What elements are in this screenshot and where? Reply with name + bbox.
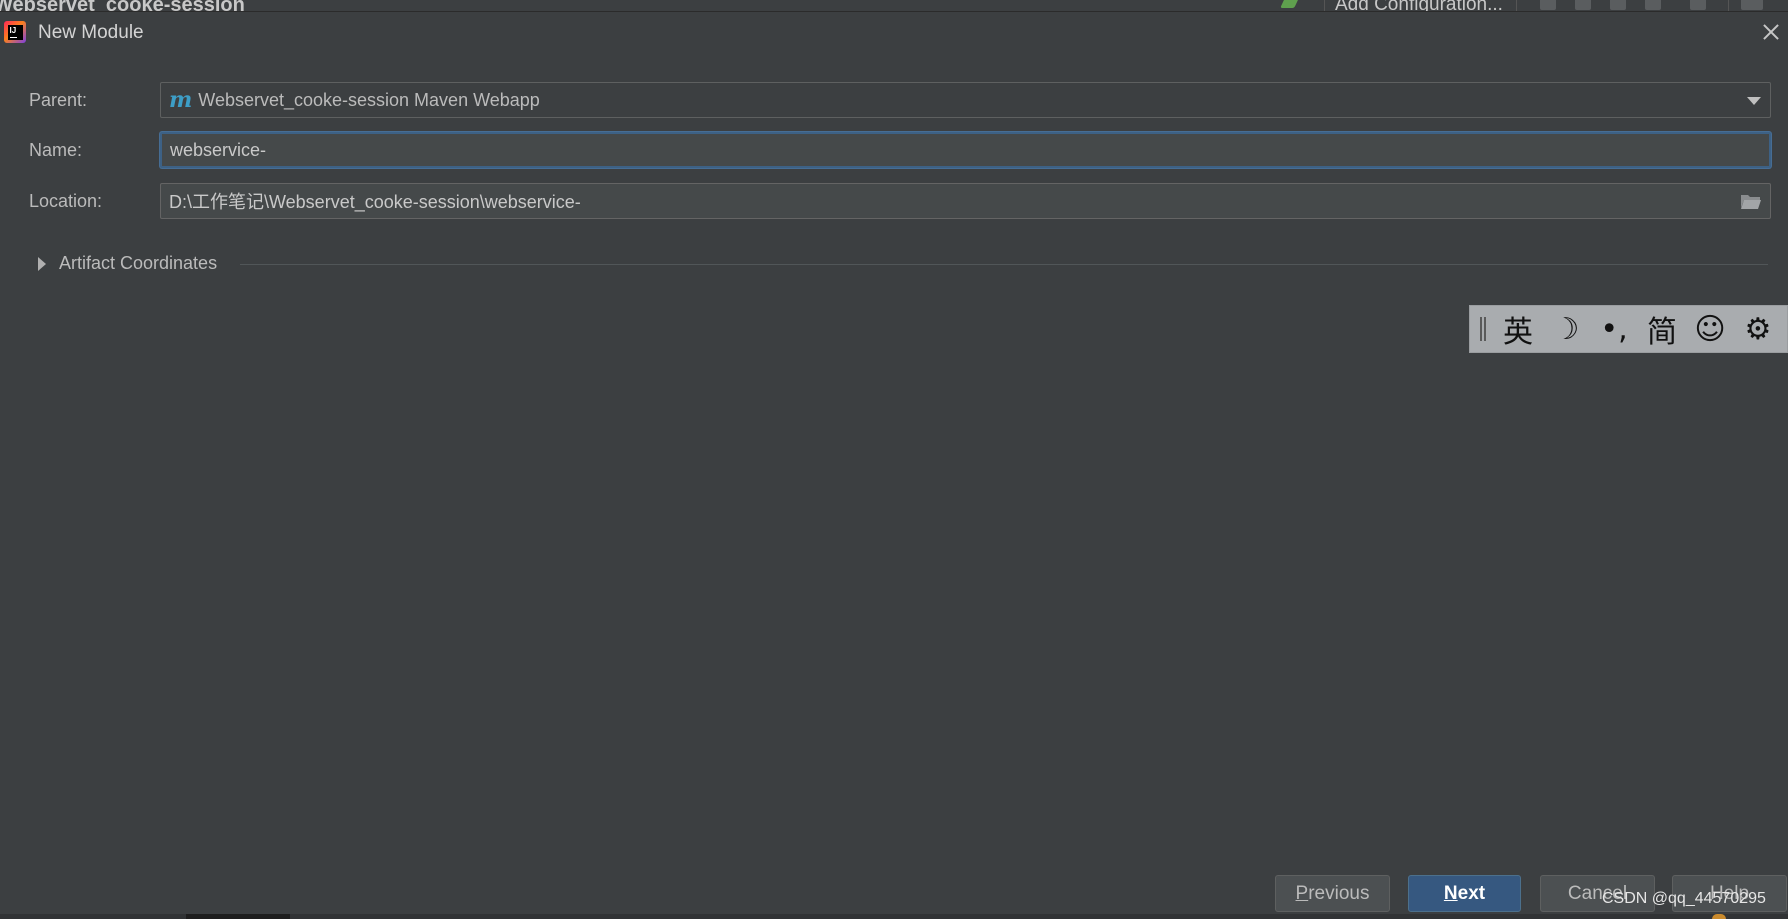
- notification-icon[interactable]: [1712, 914, 1726, 919]
- section-divider: [240, 264, 1768, 265]
- ide-statusbar-background: [0, 914, 1788, 919]
- statusbar-segment: [186, 914, 290, 919]
- add-configuration-button[interactable]: Add Configuration...: [1324, 0, 1503, 11]
- toolbar-separator: [1516, 0, 1517, 11]
- toolbar-separator: [1728, 0, 1729, 11]
- profile-icon[interactable]: [1645, 0, 1661, 10]
- punctuation-icon[interactable]: •,: [1590, 305, 1638, 353]
- stop-icon[interactable]: [1690, 0, 1706, 10]
- name-field-container[interactable]: [160, 132, 1771, 168]
- ime-language-toggle[interactable]: 英: [1494, 305, 1542, 353]
- coverage-icon[interactable]: [1610, 0, 1626, 10]
- parent-label: Parent:: [29, 90, 88, 110]
- emoji-icon[interactable]: ☺: [1686, 305, 1734, 353]
- ime-toolbar: 英 ☽ •, 简 ☺ ⚙: [1469, 305, 1788, 353]
- close-icon[interactable]: [1761, 22, 1781, 42]
- ime-simplified-toggle[interactable]: 简: [1638, 305, 1686, 353]
- ide-project-title: Webservet_cooke-session: [0, 0, 245, 12]
- ime-drag-handle[interactable]: [1480, 317, 1486, 341]
- artifact-coordinates-toggle[interactable]: Artifact Coordinates: [59, 253, 217, 274]
- maven-icon: m: [169, 87, 193, 113]
- next-button[interactable]: Next: [1408, 875, 1521, 912]
- parent-select[interactable]: m Webservet_cooke-session Maven Webapp: [160, 82, 1771, 118]
- location-field[interactable]: [169, 190, 1770, 212]
- chevron-down-icon[interactable]: [1747, 97, 1761, 105]
- dialog-title: New Module: [38, 22, 144, 43]
- name-label: Name:: [29, 140, 83, 160]
- parent-row: Parent: m Webservet_cooke-session Maven …: [0, 82, 1788, 118]
- build-hammer-icon[interactable]: [1280, 0, 1300, 8]
- intellij-idea-icon: IJ: [4, 21, 26, 43]
- gear-icon[interactable]: ⚙: [1734, 305, 1782, 353]
- previous-button[interactable]: Previous: [1275, 875, 1390, 912]
- folder-icon[interactable]: [1740, 193, 1762, 210]
- dialog-titlebar: IJ New Module: [0, 12, 1788, 56]
- new-module-dialog: IJ New Module Parent: m Webservet_cooke-…: [0, 12, 1788, 919]
- artifact-coordinates-section: Artifact Coordinates: [0, 250, 1788, 280]
- location-field-container[interactable]: [160, 183, 1771, 219]
- ide-toolbar-background: Webservet_cooke-session Add Configuratio…: [0, 0, 1788, 12]
- location-row: Location:: [0, 183, 1788, 219]
- project-structure-icon[interactable]: [1741, 0, 1763, 10]
- name-row: Name:: [0, 132, 1788, 168]
- screen: Webservet_cooke-session Add Configuratio…: [0, 0, 1788, 919]
- run-icon[interactable]: [1540, 0, 1556, 10]
- name-field[interactable]: [170, 139, 1769, 161]
- debug-icon[interactable]: [1575, 0, 1591, 10]
- parent-select-value: Webservet_cooke-session Maven Webapp: [198, 89, 540, 110]
- expand-triangle-icon[interactable]: [38, 257, 46, 271]
- watermark-text: CSDN @qq_44570295: [1602, 890, 1766, 907]
- moon-icon[interactable]: ☽: [1542, 305, 1590, 353]
- location-label: Location:: [29, 191, 103, 211]
